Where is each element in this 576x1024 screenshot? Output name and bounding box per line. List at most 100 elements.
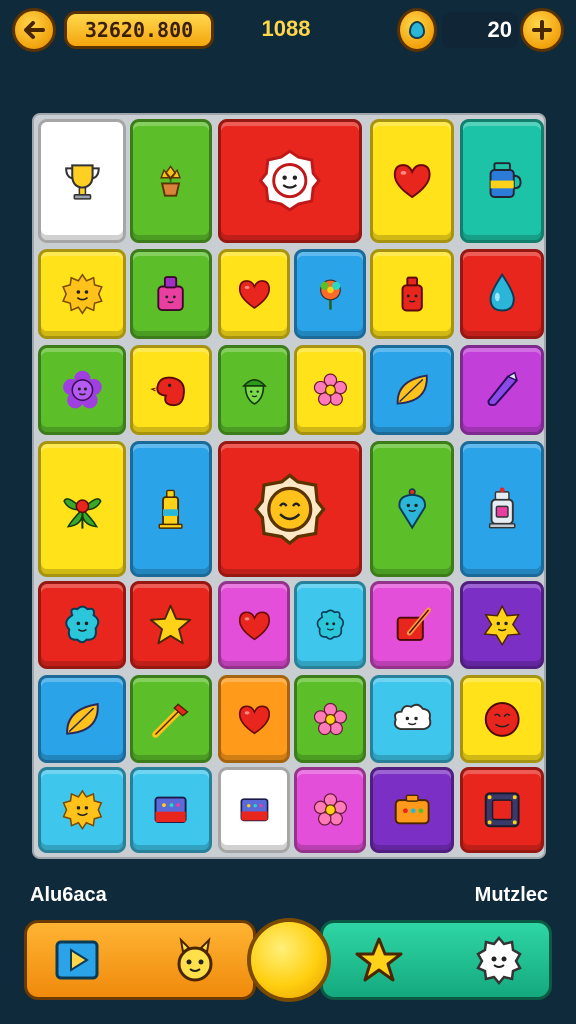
tile-red-flower[interactable] <box>294 675 366 763</box>
back-button[interactable] <box>12 8 56 52</box>
tile-kit[interactable] <box>370 581 454 669</box>
tile-bag[interactable] <box>130 249 212 339</box>
tile-smile-badge[interactable] <box>218 441 362 577</box>
lantern-icon <box>488 487 516 529</box>
tile-heart[interactable] <box>218 249 290 339</box>
coin-count: 20 <box>442 12 518 48</box>
tile-star-face[interactable] <box>460 581 544 669</box>
heart-icon <box>238 611 270 640</box>
creature-button[interactable] <box>167 932 223 988</box>
tile-flower[interactable] <box>294 767 366 853</box>
tile-pin[interactable] <box>370 441 454 577</box>
tile-frame[interactable] <box>460 767 544 853</box>
tile-drop[interactable] <box>460 249 544 339</box>
play-button[interactable] <box>49 932 105 988</box>
heart-icon <box>238 705 270 734</box>
badge-button[interactable] <box>471 932 527 988</box>
coin-icon[interactable] <box>247 918 331 1002</box>
pink-flower-icon <box>313 373 347 406</box>
jar-icon <box>489 162 522 199</box>
creature-icon <box>177 937 213 982</box>
star-icon <box>150 604 192 644</box>
sun-face-icon <box>61 273 103 315</box>
tile-crystal[interactable] <box>460 345 544 435</box>
tile-face-badge[interactable] <box>218 119 362 243</box>
tile-cloud-face[interactable] <box>370 675 454 763</box>
bag-icon <box>157 276 185 311</box>
cloud-face-icon <box>393 703 432 730</box>
tile-red-face[interactable] <box>460 675 544 763</box>
blob-face-icon <box>64 605 99 643</box>
star-icon <box>355 937 403 982</box>
kit-icon <box>396 607 431 641</box>
tile-blob-flower[interactable] <box>38 345 126 435</box>
heart-icon <box>238 280 270 309</box>
left-label: Alu6aca <box>30 884 107 906</box>
tile-lantern[interactable] <box>460 441 544 577</box>
acorn-icon <box>241 378 267 405</box>
red-face-icon <box>484 701 520 737</box>
leaf-icon <box>396 374 428 405</box>
tile-tower[interactable] <box>130 441 212 577</box>
tile-sun-face[interactable] <box>38 249 126 339</box>
right-label: Mutzlec <box>474 884 548 906</box>
tile-heart-flower[interactable] <box>218 675 290 763</box>
tile-wand[interactable] <box>130 675 212 763</box>
wand-icon <box>152 702 190 738</box>
tile-bird[interactable] <box>130 345 212 435</box>
bird-icon <box>150 376 186 407</box>
tile-trophy[interactable] <box>38 119 126 243</box>
tile-camera[interactable] <box>370 767 454 853</box>
tile-flower-pot[interactable] <box>130 119 212 243</box>
blob-face-icon <box>316 609 344 640</box>
trophy-icon <box>64 164 100 201</box>
tile-bottle[interactable] <box>370 249 454 339</box>
camera-icon <box>394 794 430 825</box>
tile-acorn[interactable] <box>218 345 290 435</box>
box-icon <box>240 798 268 822</box>
box-icon <box>154 796 188 824</box>
pink-flower-icon <box>313 793 347 826</box>
tile-purple-blob[interactable] <box>294 581 366 669</box>
arrow-left-icon <box>24 21 45 39</box>
tile-jar[interactable] <box>460 119 544 243</box>
left-panel <box>24 920 256 1000</box>
star-face-icon <box>483 604 521 646</box>
pink-flower-icon <box>313 702 347 735</box>
water-drop-icon <box>397 8 437 52</box>
tree-flower-icon <box>319 279 341 310</box>
tower-icon <box>158 489 184 529</box>
play-icon <box>55 940 99 980</box>
crystal-icon <box>487 371 518 406</box>
bottom-bar <box>24 918 554 1002</box>
smile-badge-icon <box>254 473 326 545</box>
tile-box[interactable] <box>130 767 212 853</box>
blob-flower-icon <box>62 370 102 409</box>
star-button[interactable] <box>351 932 407 988</box>
bottle-icon <box>401 276 423 312</box>
game-board <box>32 113 546 859</box>
tile-star[interactable] <box>130 581 212 669</box>
tile-sun-face2[interactable] <box>38 767 126 853</box>
tile-tree-flower[interactable] <box>294 249 366 339</box>
tile-heart[interactable] <box>370 119 454 243</box>
tile-pink-flower[interactable] <box>294 345 366 435</box>
tile-leaf[interactable] <box>370 345 454 435</box>
tile-leaf-orange[interactable] <box>38 675 126 763</box>
tile-green-box[interactable] <box>218 767 290 853</box>
add-coins-button[interactable] <box>520 8 564 52</box>
tile-berry-plant[interactable] <box>38 441 126 577</box>
tile-heart[interactable] <box>218 581 290 669</box>
flower-pot-icon <box>160 165 182 198</box>
badge-face-icon <box>476 936 522 985</box>
sun-face-icon <box>62 789 102 831</box>
tile-teal-blob[interactable] <box>38 581 126 669</box>
moves-counter: 1088 <box>261 16 311 41</box>
top-bar: 32620.800 1088 20 <box>0 0 576 64</box>
drop-icon <box>489 272 515 312</box>
pin-icon <box>398 487 426 530</box>
face-badge-icon <box>258 149 322 213</box>
right-panel <box>320 920 552 1000</box>
leaf-icon <box>65 702 99 735</box>
heart-icon <box>393 164 431 199</box>
